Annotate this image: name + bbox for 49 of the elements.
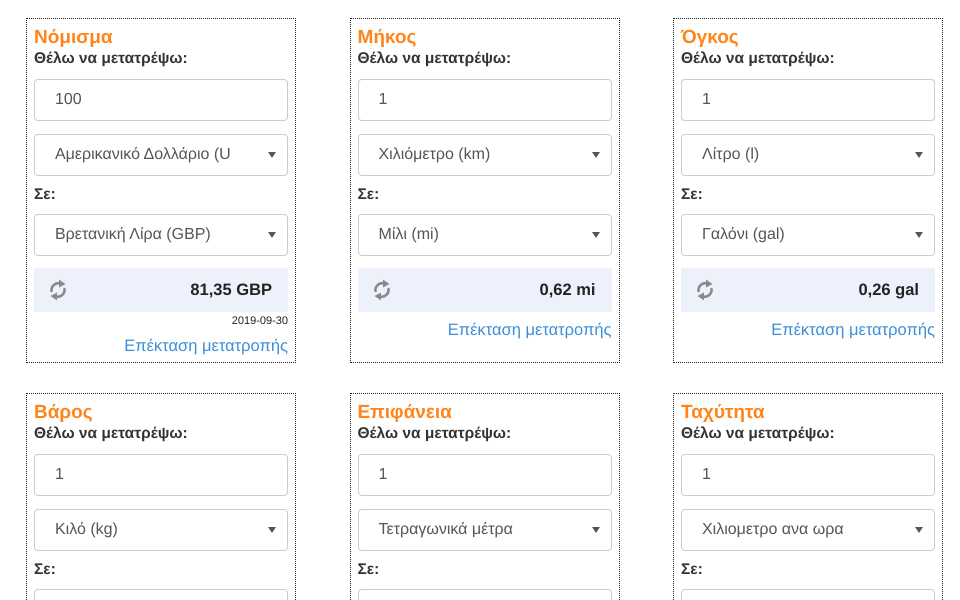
caret-icon (268, 232, 276, 238)
field-label: Θέλω να μετατρέψω: (34, 49, 189, 69)
card-title: Ταχύτητα (681, 402, 766, 424)
field-label: Θέλω να μετατρέψω: (681, 49, 836, 69)
amount-field[interactable]: 1 (358, 79, 612, 121)
unit-select[interactable]: Χιλιόμετρο (km) (358, 134, 612, 176)
card-title: Βάρος (34, 402, 94, 424)
amount-field[interactable]: 100 (34, 79, 288, 121)
field-label: Σε: (681, 185, 704, 205)
caret-icon (268, 152, 276, 158)
caret-icon (915, 232, 923, 238)
caret-icon (915, 152, 923, 158)
date-label: 2019-09-30 (232, 314, 288, 328)
amount-field[interactable]: 1 (358, 454, 612, 496)
result-value: 0,26 gal (858, 280, 919, 300)
result-value: 81,35 GBP (190, 280, 272, 300)
caret-icon (592, 527, 600, 533)
unit-select[interactable]: Τετραγωνικά μέτρα (358, 509, 612, 551)
unit-select[interactable]: Γαλόνι (gal) (681, 214, 935, 256)
field-label: Σε: (34, 185, 57, 205)
card-title: Όγκος (681, 27, 740, 49)
unit-select[interactable]: Βρετανική Λίρα (GBP) (34, 214, 288, 256)
refresh-icon (372, 279, 392, 301)
field-label: Θέλω να μετατρέψω: (681, 424, 836, 444)
amount-field[interactable]: 1 (34, 454, 288, 496)
result-value: 0,62 mi (540, 280, 596, 300)
field-label: Σε: (681, 560, 704, 580)
field-label: Θέλω να μετατρέψω: (358, 424, 512, 444)
field-label: Σε: (34, 560, 57, 580)
refresh-icon (695, 279, 715, 301)
card-title: Νόμισμα (34, 27, 114, 49)
caret-icon (268, 527, 276, 533)
caret-icon (915, 527, 923, 533)
amount-field[interactable]: 1 (681, 79, 935, 121)
caret-icon (592, 152, 600, 158)
field-label: Σε: (358, 185, 380, 205)
unit-select[interactable]: Λίτρο (l) (681, 134, 935, 176)
card-title: Επιφάνεια (358, 402, 453, 424)
caret-icon (592, 232, 600, 238)
unit-select[interactable]: Κιλό (kg) (34, 509, 288, 551)
field-label: Θέλω να μετατρέψω: (358, 49, 512, 69)
refresh-icon (48, 279, 68, 301)
unit-select[interactable]: Χιλιομετρο ανα ωρα (681, 509, 935, 551)
amount-field[interactable]: 1 (681, 454, 935, 496)
field-label: Σε: (358, 560, 380, 580)
unit-select[interactable]: Αμερικανικό Δολλάριο (U (34, 134, 288, 176)
card-title: Μήκος (358, 27, 418, 49)
unit-select[interactable]: Μίλι (mi) (358, 214, 612, 256)
field-label: Θέλω να μετατρέψω: (34, 424, 189, 444)
